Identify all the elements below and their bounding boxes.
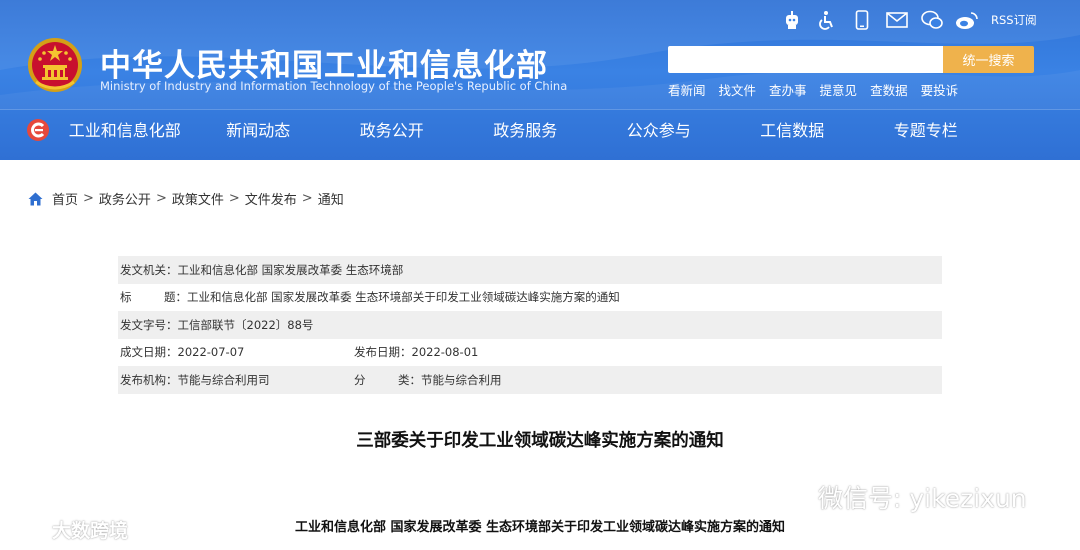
breadcrumb: 首页 > 政务公开 > 政策文件 > 文件发布 > 通知 [28,189,344,208]
home-icon[interactable] [28,192,43,206]
issuer-value: 工业和信息化部 国家发展改革委 生态环境部 [177,262,404,277]
category-label-part-a: 分 [354,372,366,387]
national-emblem-icon [28,38,82,92]
quick-link-services[interactable]: 查办事 [769,80,807,99]
mobile-icon[interactable] [850,8,874,32]
org-label: 发布机构： [120,372,178,387]
search-input[interactable] [668,46,943,73]
breadcrumb-notice[interactable]: 通知 [318,189,344,208]
title-label-part-a: 标 [120,290,132,305]
main-nav: 工业和信息化部 新闻动态 政务公开 政务服务 公众参与 工信数据 专题专栏 [58,110,1080,154]
created-date-value: 2022-07-07 [177,345,245,360]
robot-icon[interactable] [780,8,804,32]
nav-item-news[interactable]: 新闻动态 [192,110,326,154]
breadcrumb-home[interactable]: 首页 [52,189,78,208]
info-row-dates: 成文日期：2022-07-07 发布日期： 2022-08-01 [118,339,942,367]
nav-item-government-services[interactable]: 政务服务 [459,110,593,154]
article-title: 三部委关于印发工业领域碳达峰实施方案的通知 [356,431,724,451]
category-label-part-b: 类： [398,372,421,387]
published-date-label: 发布日期： [354,345,412,360]
mail-icon[interactable] [885,8,909,32]
document-number-label: 发文字号： [120,317,178,332]
quick-links: 看新闻 找文件 查办事 提意见 查数据 要投诉 [668,80,971,99]
org-value: 节能与综合利用司 [177,372,270,387]
breadcrumb-file-release[interactable]: 文件发布 [245,189,297,208]
published-date-value: 2022-08-01 [411,345,479,360]
info-row-title: 标 题： 工业和信息化部 国家发展改革委 生态环境部关于印发工业领域碳达峰实施方… [118,284,942,312]
category-value: 节能与综合利用 [421,372,502,387]
quick-link-files[interactable]: 找文件 [719,80,757,99]
info-row-issuer: 发文机关： 工业和信息化部 国家发展改革委 生态环境部 [118,256,942,284]
info-row-org-category: 发布机构：节能与综合利用司 分 类： 节能与综合利用 [118,366,942,394]
site-subtitle: Ministry of Industry and Information Tec… [100,79,568,93]
title-label-part-b: 题： [164,290,187,305]
issuer-label: 发文机关： [120,262,178,277]
breadcrumb-policy-files[interactable]: 政策文件 [172,189,224,208]
document-info-table: 发文机关： 工业和信息化部 国家发展改革委 生态环境部 标 题： 工业和信息化部… [118,256,942,394]
info-row-document-number: 发文字号： 工信部联节〔2022〕88号 [118,311,942,339]
breadcrumb-open-government[interactable]: 政务公开 [99,189,151,208]
utility-icons: RSS订阅 [780,8,1037,32]
wechat-icon[interactable] [920,8,944,32]
accessibility-icon[interactable] [815,8,839,32]
quick-link-feedback[interactable]: 提意见 [820,80,858,99]
breadcrumb-separator: > [83,191,94,206]
article-subtitle: 工业和信息化部 国家发展改革委 生态环境部关于印发工业领域碳达峰实施方案的通知 [294,520,786,535]
search-button[interactable]: 统一搜索 [943,46,1034,73]
nav-item-data[interactable]: 工信数据 [726,110,860,154]
nav-item-ministry[interactable]: 工业和信息化部 [58,110,192,154]
quick-link-news[interactable]: 看新闻 [668,80,706,99]
nav-item-open-government[interactable]: 政务公开 [325,110,459,154]
quick-link-complaint[interactable]: 要投诉 [921,80,959,99]
title-value: 工业和信息化部 国家发展改革委 生态环境部关于印发工业领域碳达峰实施方案的通知 [187,290,620,305]
wechat-watermark-icon [779,484,810,509]
breadcrumb-separator: > [155,191,167,206]
created-date-label: 成文日期： [120,345,178,360]
brand-watermark-icon [9,521,44,538]
nav-item-special-topics[interactable]: 专题专栏 [859,110,993,154]
document-number-value: 工信部联节〔2022〕88号 [177,317,314,332]
weibo-icon[interactable] [955,8,979,32]
brand-watermark: 大数跨境 [8,516,128,543]
wechat-watermark: 微信号: yikezixun [778,479,1027,515]
created-date-cell: 成文日期：2022-07-07 [120,344,354,360]
site-header: 中华人民共和国工业和信息化部 Ministry of Industry and … [0,0,1080,160]
brand-watermark-text: 大数跨境 [52,520,129,542]
ministry-logo-icon[interactable] [26,118,50,142]
rss-subscribe-link[interactable]: RSS订阅 [991,12,1037,28]
nav-item-public-participation[interactable]: 公众参与 [592,110,726,154]
wechat-watermark-text: 微信号: yikezixun [818,484,1027,513]
breadcrumb-separator: > [228,191,240,206]
breadcrumb-separator: > [301,191,313,206]
org-cell: 发布机构：节能与综合利用司 [120,372,354,388]
quick-link-data[interactable]: 查数据 [870,80,908,99]
